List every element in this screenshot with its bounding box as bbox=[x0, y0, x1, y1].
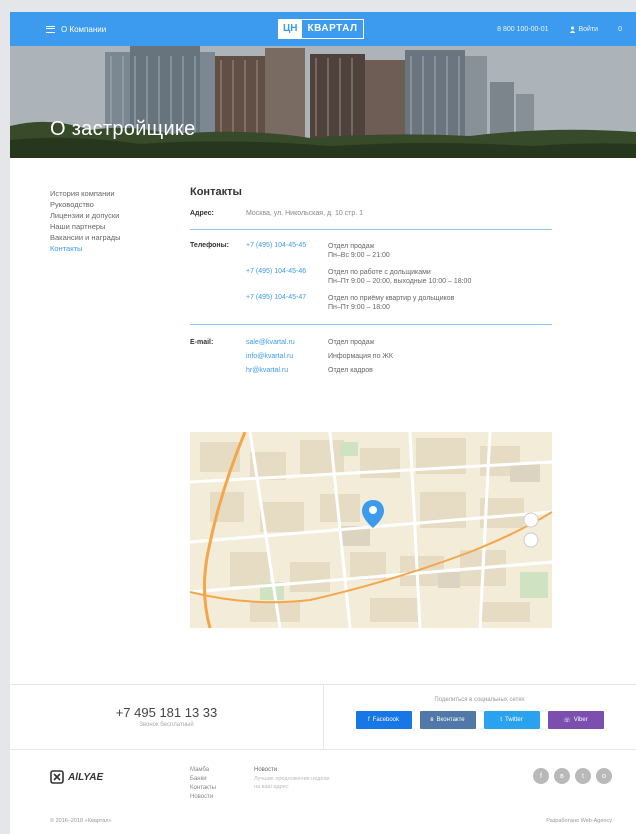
developer-credit[interactable]: Разработано Web-Agency bbox=[546, 818, 612, 824]
phone-item: +7 (495) 104-45-46 Отдел по работе с дол… bbox=[246, 268, 471, 286]
login-link[interactable]: Войти bbox=[569, 25, 599, 33]
sidebar-item-licenses[interactable]: Лицензии и допуски bbox=[50, 210, 150, 221]
twitter-icon: t bbox=[500, 717, 502, 723]
about-sidebar: История компании Руководство Лицензии и … bbox=[50, 188, 150, 254]
location-map[interactable] bbox=[190, 432, 552, 628]
phone-desc: Отдел продаж bbox=[328, 243, 375, 250]
facebook-icon: f bbox=[367, 717, 370, 723]
phone-hours: Пн–Пт 9:00 – 20:00, выходные 10:00 – 18:… bbox=[328, 278, 472, 285]
header-phone[interactable]: 8 800 100-00-01 bbox=[497, 26, 548, 33]
logo-icon bbox=[50, 770, 64, 784]
phones-row: Телефоны: +7 (495) 104-45-45 Отдел прода… bbox=[190, 242, 552, 325]
email-desc: Информация по ЖК bbox=[328, 353, 393, 360]
phones-label: Телефоны: bbox=[190, 242, 229, 249]
share-viber-button[interactable]: ☏ Viber bbox=[547, 711, 604, 729]
contacts-section: Контакты Адрес: Москва, ул. Никольская, … bbox=[190, 186, 552, 381]
map-tiles bbox=[190, 432, 552, 628]
footer-news-sub: Лучшие предложения недели bbox=[254, 776, 330, 782]
phone-desc: Отдел по приёму квартир у дольщиков bbox=[328, 295, 455, 302]
facebook-icon[interactable]: f bbox=[533, 768, 549, 784]
sidebar-item-history[interactable]: История компании bbox=[50, 188, 150, 199]
logo-text: КВАРТАЛ bbox=[307, 23, 358, 34]
menu-button[interactable]: О Компании bbox=[46, 25, 106, 34]
phone-link[interactable]: +7 (495) 104-45-46 bbox=[246, 268, 328, 286]
phone-item: +7 (495) 104-45-47 Отдел по приёму кварт… bbox=[246, 294, 471, 312]
phone-link[interactable]: +7 (495) 104-45-47 bbox=[246, 294, 328, 312]
footer-news-sub: на ваш адрес bbox=[254, 784, 289, 790]
address-label: Адрес: bbox=[190, 210, 214, 217]
vk-icon[interactable]: в bbox=[554, 768, 570, 784]
twitter-icon[interactable]: t bbox=[575, 768, 591, 784]
share-twitter-button[interactable]: t Twitter bbox=[483, 711, 540, 729]
phone-item: +7 (495) 104-45-45 Отдел продаж Пн–Вс 9:0… bbox=[246, 242, 471, 260]
phone-hours: Пн–Вс 9:00 – 21:00 bbox=[328, 252, 390, 259]
map-pin-icon[interactable] bbox=[362, 500, 384, 528]
odnoklassniki-icon[interactable]: o bbox=[596, 768, 612, 784]
sidebar-item-partners[interactable]: Наши партнеры bbox=[50, 221, 150, 232]
buildings-photo bbox=[10, 46, 636, 158]
email-link[interactable]: info@kvartal.ru bbox=[246, 353, 328, 360]
page: О Компании ЦН КВАРТАЛ 8 800 100-00-01 Во… bbox=[10, 12, 636, 834]
social-links: f в t o bbox=[533, 768, 612, 784]
email-item: info@kvartal.ru Информация по ЖК bbox=[246, 353, 393, 360]
sidebar-item-awards[interactable]: Вакансии и награды bbox=[50, 232, 150, 243]
hamburger-icon bbox=[46, 25, 55, 33]
footer-contact-band: +7 495 181 13 33 Звонок бесплатный Подел… bbox=[10, 684, 636, 750]
site-logo[interactable]: ЦН КВАРТАЛ bbox=[278, 19, 365, 39]
address-row: Адрес: Москва, ул. Никольская, д. 10 стр… bbox=[190, 210, 552, 230]
emails-row: E-mail: sale@kvartal.ru Отдел продаж inf… bbox=[190, 339, 552, 381]
footer-link[interactable]: Новости bbox=[190, 793, 216, 802]
phone-desc: Отдел по работе с дольщиками bbox=[328, 269, 431, 276]
footer-logo-text: AlLYAE bbox=[68, 771, 104, 783]
email-label: E-mail: bbox=[190, 339, 214, 346]
footer-links: Мамба Банки Контакты Новости bbox=[190, 766, 216, 802]
top-navbar: О Компании ЦН КВАРТАЛ 8 800 100-00-01 Во… bbox=[10, 12, 636, 46]
share-block: Поделиться в социальных сетях f Facebook … bbox=[323, 697, 636, 729]
content-area: История компании Руководство Лицензии и … bbox=[10, 158, 636, 678]
address-value: Москва, ул. Никольская, д. 10 стр. 1 bbox=[246, 210, 364, 217]
footer-phone-sub: Звонок бесплатный bbox=[139, 722, 194, 728]
page-title: О застройщике bbox=[50, 118, 196, 140]
phone-hours: Пн–Пт 9:00 – 18:00 bbox=[328, 304, 390, 311]
sidebar-item-management[interactable]: Руководство bbox=[50, 199, 150, 210]
menu-label: О Компании bbox=[61, 24, 107, 34]
share-facebook-button[interactable]: f Facebook bbox=[355, 711, 412, 729]
vk-icon: в bbox=[430, 717, 434, 723]
footer-news-title[interactable]: Новости bbox=[254, 766, 330, 775]
login-label: Войти bbox=[578, 25, 599, 33]
footer-logo[interactable]: AlLYAE bbox=[50, 770, 103, 784]
share-label: Viber bbox=[573, 717, 588, 723]
footer-phone[interactable]: +7 495 181 13 33 bbox=[10, 705, 323, 720]
footer-link[interactable]: Контакты bbox=[190, 784, 216, 793]
logo-mark: ЦН bbox=[279, 20, 302, 38]
copyright: © 2016–2018 «Квартал» bbox=[50, 818, 112, 824]
share-label: Twitter bbox=[505, 717, 523, 723]
footer-link[interactable]: Банки bbox=[190, 775, 216, 784]
hero-banner: О застройщике bbox=[10, 46, 636, 158]
email-link[interactable]: sale@kvartal.ru bbox=[246, 339, 328, 346]
cart-counter[interactable]: 0 bbox=[618, 26, 622, 33]
sidebar-item-contacts[interactable]: Контакты bbox=[50, 243, 150, 254]
footer-news: Новости Лучшие предложения недели на ваш… bbox=[254, 766, 330, 791]
email-item: sale@kvartal.ru Отдел продаж bbox=[246, 339, 393, 346]
user-icon bbox=[569, 26, 575, 33]
email-item: hr@kvartal.ru Отдел кадров bbox=[246, 367, 393, 374]
email-desc: Отдел продаж bbox=[328, 339, 375, 346]
share-vk-button[interactable]: в Вконтакте bbox=[419, 711, 476, 729]
footer: AlLYAE Мамба Банки Контакты Новости Ново… bbox=[10, 750, 636, 834]
email-link[interactable]: hr@kvartal.ru bbox=[246, 367, 328, 374]
phone-link[interactable]: +7 (495) 104-45-45 bbox=[246, 242, 328, 260]
section-title: Контакты bbox=[190, 186, 242, 198]
email-desc: Отдел кадров bbox=[328, 367, 373, 374]
footer-link[interactable]: Мамба bbox=[190, 766, 216, 775]
share-label: Вконтакте bbox=[436, 717, 465, 723]
share-label: Facebook bbox=[372, 717, 400, 723]
share-caption: Поделиться в социальных сетях bbox=[434, 697, 525, 703]
viber-icon: ☏ bbox=[563, 717, 571, 724]
